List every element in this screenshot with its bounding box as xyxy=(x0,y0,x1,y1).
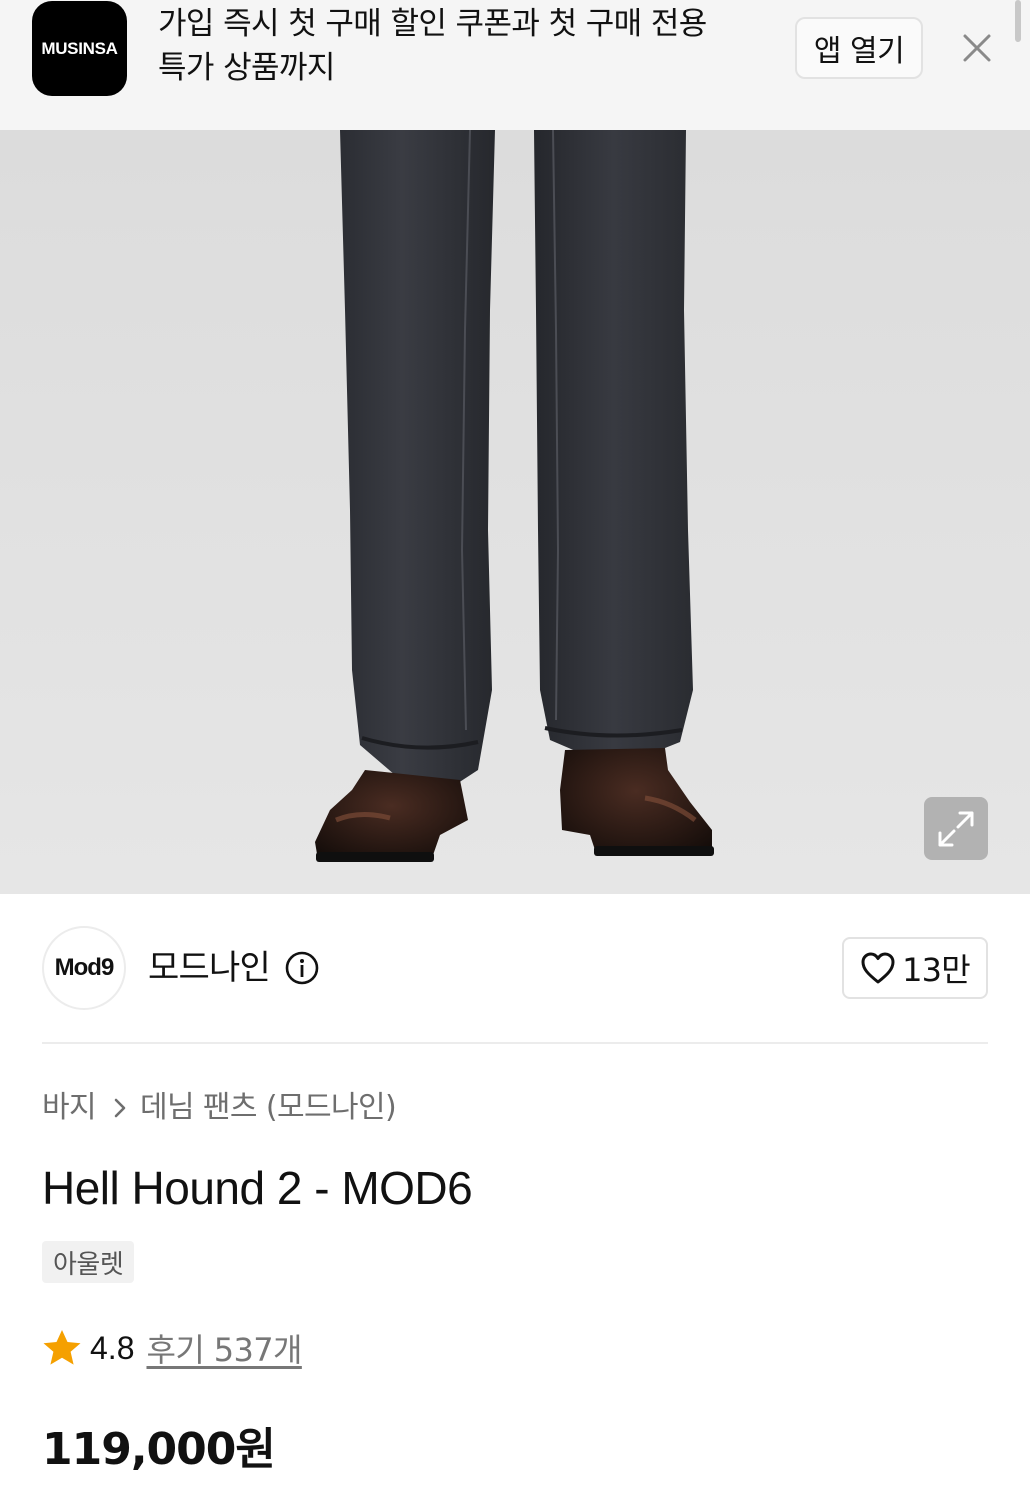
star-icon xyxy=(43,1330,81,1365)
chevron-right-icon xyxy=(112,1096,128,1120)
product-title: Hell Hound 2 - MOD6 xyxy=(42,1162,473,1214)
breadcrumb-item-subcategory[interactable]: 데님 팬츠 (모드나인) xyxy=(140,1086,397,1130)
musinsa-logo[interactable]: MUSINSA xyxy=(32,1,127,96)
outlet-badge: 아울렛 xyxy=(42,1241,135,1283)
info-icon[interactable] xyxy=(284,950,320,986)
banner-message-line2: 특가 상품까지 xyxy=(158,50,335,86)
rating-row: 4.8 후기 537개 xyxy=(42,1324,302,1372)
like-count: 13만 xyxy=(902,951,971,989)
scrollbar[interactable] xyxy=(1015,0,1021,42)
banner-message: 가입 즉시 첫 구매 할인 쿠폰과 첫 구매 전용 특가 상품까지 xyxy=(158,2,758,90)
price: 119,000원 xyxy=(42,1424,276,1475)
breadcrumb-item-category[interactable]: 바지 xyxy=(42,1086,97,1130)
logo-text: MUSINSA xyxy=(41,38,118,58)
product-image[interactable] xyxy=(0,130,1030,894)
like-button[interactable]: 13만 xyxy=(842,937,988,999)
brand-avatar[interactable]: Mod9 xyxy=(42,926,126,1010)
close-banner-button[interactable] xyxy=(958,29,996,67)
heart-icon xyxy=(861,952,895,984)
jeans-photo xyxy=(0,130,1030,894)
expand-image-button[interactable] xyxy=(924,797,988,860)
divider xyxy=(42,1042,988,1044)
app-install-banner: MUSINSA 가입 즉시 첫 구매 할인 쿠폰과 첫 구매 전용 특가 상품까… xyxy=(0,0,1030,130)
expand-icon xyxy=(938,811,974,846)
close-icon xyxy=(963,34,991,62)
breadcrumb: 바지 데님 팬츠 (모드나인) xyxy=(42,1086,397,1130)
brand-name[interactable]: 모드나인 xyxy=(148,944,271,992)
rating-value: 4.8 xyxy=(90,1329,135,1366)
open-app-button[interactable]: 앱 열기 xyxy=(795,17,923,79)
banner-message-line1: 가입 즉시 첫 구매 할인 쿠폰과 첫 구매 전용 xyxy=(158,6,707,42)
brand-avatar-text: Mod9 xyxy=(54,954,115,981)
review-count-link[interactable]: 후기 537개 xyxy=(146,1325,302,1371)
